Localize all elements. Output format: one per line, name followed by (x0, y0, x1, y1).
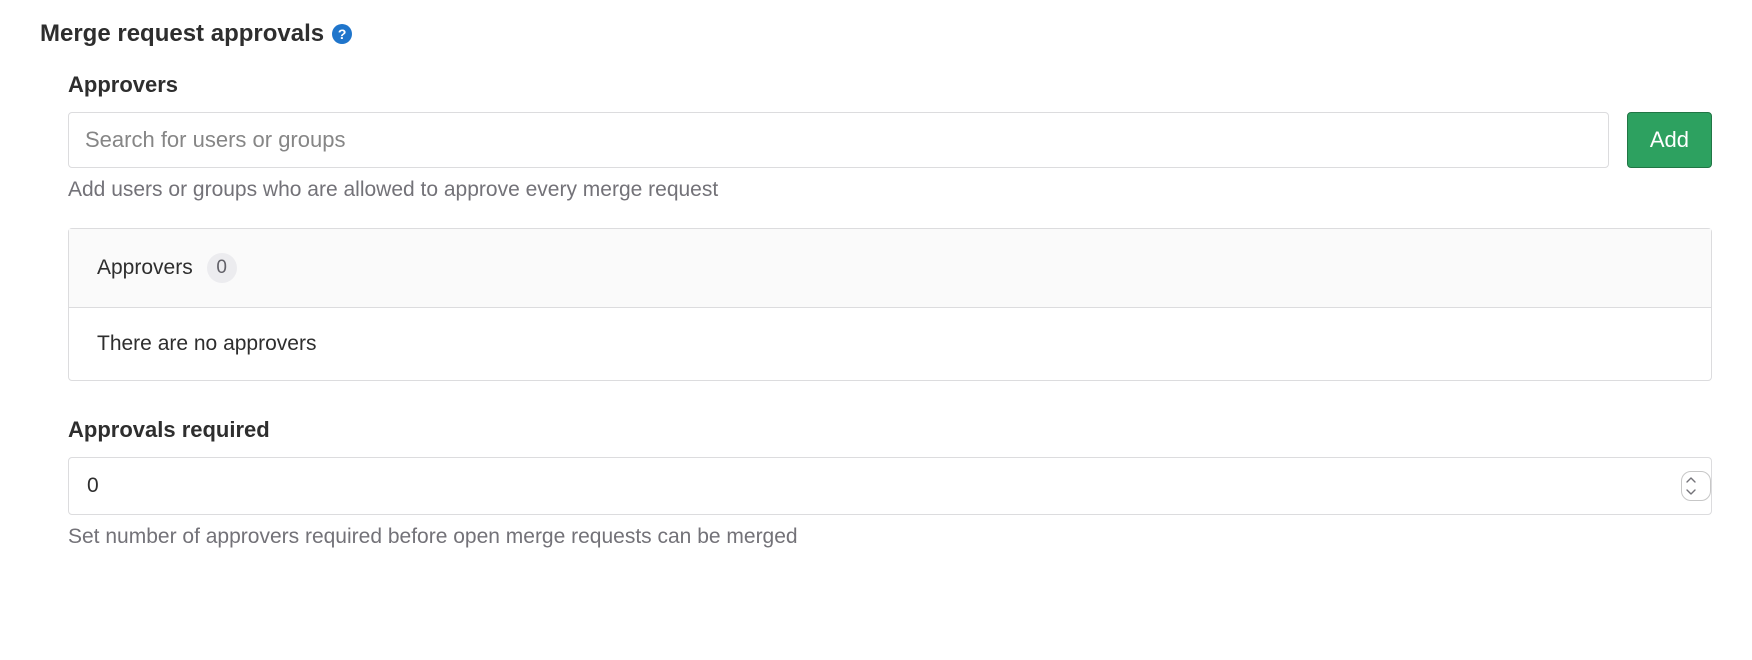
approvers-panel-header-label: Approvers (97, 256, 193, 280)
help-icon[interactable]: ? (332, 24, 352, 44)
approvals-required-label: Approvals required (68, 417, 1712, 443)
approvers-label: Approvers (68, 72, 1712, 98)
section-title-text: Merge request approvals (40, 20, 324, 48)
approvals-required-input[interactable] (69, 458, 1681, 514)
approvers-panel: Approvers 0 There are no approvers (68, 228, 1712, 381)
section-title: Merge request approvals ? (40, 20, 1712, 48)
add-button[interactable]: Add (1627, 112, 1712, 168)
stepper-up-icon[interactable] (1683, 474, 1699, 486)
approvals-required-help-text: Set number of approvers required before … (68, 525, 1712, 549)
stepper-down-icon[interactable] (1683, 486, 1699, 498)
approvals-required-input-wrapper (68, 457, 1712, 515)
approvers-empty-message: There are no approvers (69, 308, 1711, 380)
approvers-search-input[interactable] (68, 112, 1609, 168)
approvers-help-text: Add users or groups who are allowed to a… (68, 178, 1712, 202)
approvers-count-badge: 0 (207, 253, 237, 283)
approvers-panel-header: Approvers 0 (69, 229, 1711, 308)
